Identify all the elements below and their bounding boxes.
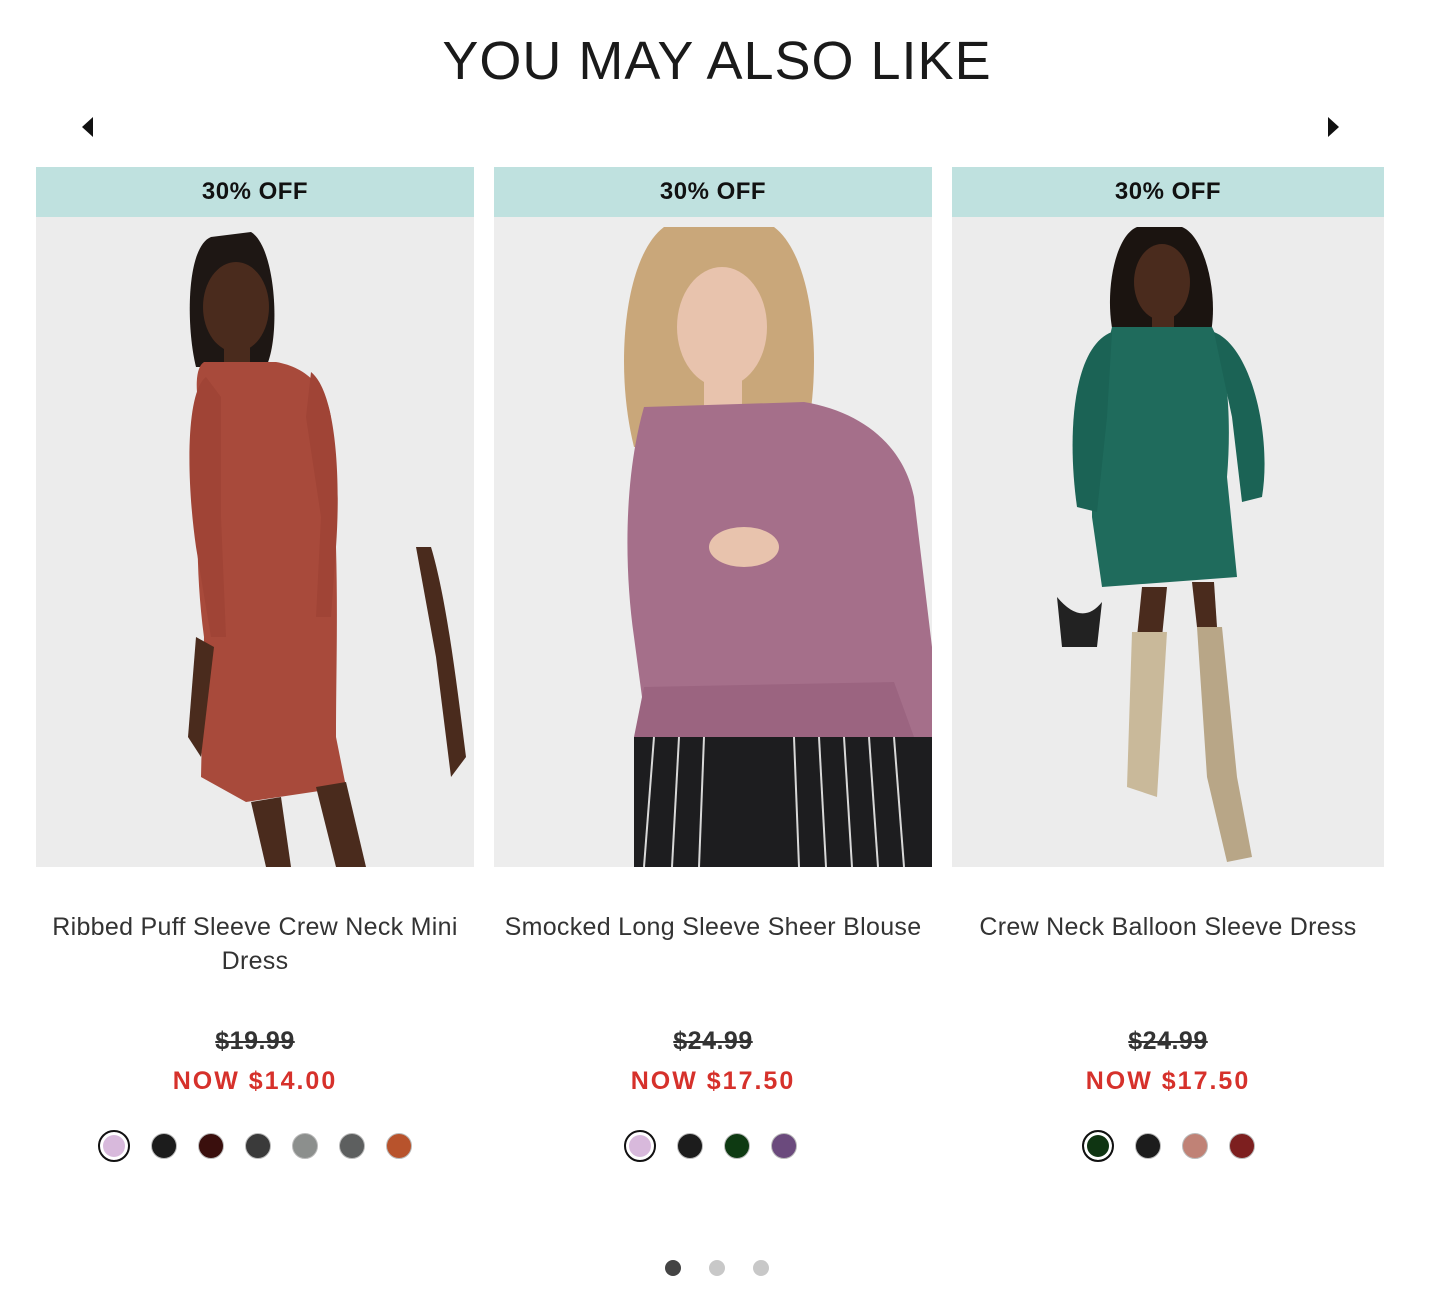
caret-right-icon [1327,117,1339,137]
product-name[interactable]: Smocked Long Sleeve Sheer Blouse [494,910,932,944]
color-swatch[interactable] [1135,1133,1161,1159]
color-swatch[interactable] [771,1133,797,1159]
original-price: $19.99 [215,1027,295,1055]
color-swatch[interactable] [1229,1133,1255,1159]
color-swatch[interactable] [98,1130,130,1162]
color-swatch[interactable] [677,1133,703,1159]
color-swatch[interactable] [1082,1130,1114,1162]
discount-badge: 30% OFF [494,167,932,217]
carousel-prev-button[interactable] [72,112,102,142]
model-photo [494,217,932,867]
color-swatch[interactable] [339,1133,365,1159]
color-swatch[interactable] [245,1133,271,1159]
pagination-dot[interactable] [665,1260,681,1276]
recommendations-section: YOU MAY ALSO LIKE 30% OFF Ribbed Puff Sl… [0,0,1434,1310]
color-swatch[interactable] [151,1133,177,1159]
original-price: $24.99 [673,1027,753,1055]
discount-badge: 30% OFF [952,167,1384,217]
color-swatch[interactable] [198,1133,224,1159]
original-price: $24.99 [1128,1027,1208,1055]
color-swatch[interactable] [1182,1133,1208,1159]
model-photo [36,217,474,867]
caret-left-icon [81,117,93,137]
color-swatches [952,1129,1384,1163]
color-swatches [36,1129,474,1163]
color-swatch[interactable] [292,1133,318,1159]
color-swatch[interactable] [624,1130,656,1162]
pagination-dot[interactable] [709,1260,725,1276]
section-title: YOU MAY ALSO LIKE [442,31,992,91]
color-swatches [494,1129,932,1163]
sale-price: NOW $17.50 [1085,1067,1251,1095]
product-name[interactable]: Ribbed Puff Sleeve Crew Neck Mini Dress [36,910,474,978]
discount-badge: 30% OFF [36,167,474,217]
product-image[interactable] [494,217,932,867]
color-swatch[interactable] [724,1133,750,1159]
product-name[interactable]: Crew Neck Balloon Sleeve Dress [952,910,1384,944]
product-image[interactable] [952,217,1384,867]
model-photo [952,217,1384,867]
carousel-next-button[interactable] [1318,112,1348,142]
product-card[interactable]: 30% OFF [952,167,1384,1187]
sale-price: NOW $14.00 [172,1067,338,1095]
product-card[interactable]: 30% OFF [36,167,474,1187]
color-swatch[interactable] [386,1133,412,1159]
carousel-pagination [0,1260,1434,1276]
sale-price: NOW $17.50 [630,1067,796,1095]
product-image[interactable] [36,217,474,867]
product-card[interactable]: 30% OFF [494,167,932,1187]
pagination-dot[interactable] [753,1260,769,1276]
